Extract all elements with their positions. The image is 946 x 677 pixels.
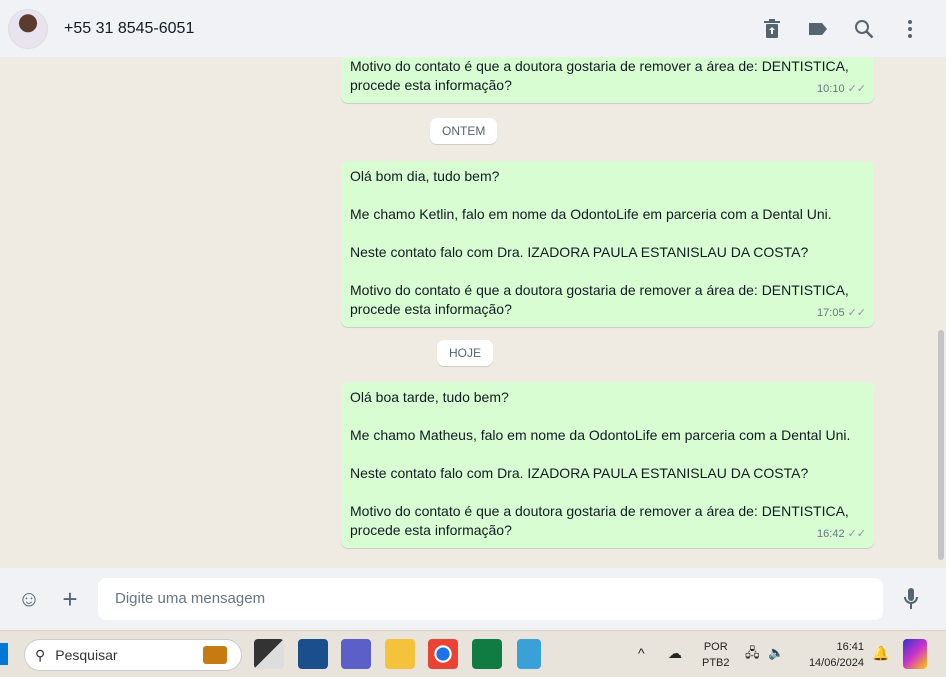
briefcase-icon	[203, 646, 227, 664]
volume-icon[interactable]: 🔈	[768, 645, 784, 661]
message-time: 10:10	[817, 83, 845, 95]
start-icon[interactable]	[0, 643, 8, 665]
message-bubble[interactable]: Motivo do contato é que a doutora gostar…	[341, 57, 874, 103]
copilot-icon[interactable]	[903, 639, 927, 669]
message-text: procede esta informação?	[350, 77, 512, 93]
archive-icon[interactable]	[760, 17, 784, 41]
avatar[interactable]	[8, 8, 48, 49]
message-input[interactable]: Digite uma mensagem	[98, 578, 883, 620]
date-divider: ONTEM	[430, 118, 498, 144]
contact-name[interactable]: +55 31 8545-6051	[64, 20, 194, 38]
teams-icon[interactable]	[341, 639, 371, 669]
composer: ☺ + Digite uma mensagem	[0, 568, 946, 630]
clock[interactable]: 16:41 14/06/2024	[800, 639, 864, 671]
label-icon[interactable]	[806, 17, 830, 41]
scrollbar[interactable]	[938, 330, 944, 560]
message-text: Motivo do contato é que a doutora gostar…	[350, 503, 849, 519]
chrome-icon[interactable]	[428, 639, 458, 669]
message-text: procede esta informação?	[350, 522, 512, 538]
task-view-icon[interactable]	[254, 639, 284, 669]
plus-icon[interactable]: +	[57, 584, 83, 614]
notepad-icon[interactable]	[517, 639, 541, 669]
cloud-off-icon[interactable]: ☁	[668, 645, 682, 661]
language-indicator[interactable]: POR PTB2	[702, 639, 730, 671]
double-check-icon: ✓✓	[847, 528, 866, 540]
message-text: Motivo do contato é que a doutora gostar…	[350, 58, 849, 74]
notification-bell-icon[interactable]: 🔔	[872, 645, 889, 661]
store-icon[interactable]	[298, 639, 328, 669]
message-text: procede esta informação?	[350, 301, 512, 317]
double-check-icon: ✓✓	[847, 307, 866, 319]
chevron-up-icon[interactable]: ^	[638, 645, 645, 661]
message-text: Olá bom dia, tudo bem?	[350, 168, 500, 184]
message-bubble[interactable]: Olá boa tarde, tudo bem? Me chamo Matheu…	[341, 382, 874, 548]
microphone-icon[interactable]	[898, 586, 924, 612]
emoji-icon[interactable]: ☺	[16, 586, 42, 612]
file-explorer-icon[interactable]	[385, 639, 415, 669]
message-text: Olá boa tarde, tudo bem?	[350, 389, 509, 405]
message-text: Me chamo Matheus, falo em nome da Odonto…	[350, 427, 851, 443]
message-bubble[interactable]: Olá bom dia, tudo bem? Me chamo Ketlin, …	[341, 161, 874, 327]
message-text: Neste contato falo com Dra. IZADORA PAUL…	[350, 244, 809, 260]
message-text: Me chamo Ketlin, falo em nome da OdontoL…	[350, 206, 832, 222]
taskbar-search[interactable]: ⚲ Pesquisar	[24, 639, 242, 671]
menu-icon[interactable]	[898, 17, 922, 41]
taskbar: ⚲ Pesquisar ^ ☁ POR PTB2 🖧 🔈 16:41 14/06/20…	[0, 630, 946, 677]
message-time: 16:42	[817, 528, 845, 540]
message-list[interactable]: Motivo do contato é que a doutora gostar…	[0, 57, 946, 568]
double-check-icon: ✓✓	[847, 83, 866, 95]
network-icon[interactable]: 🖧	[745, 645, 760, 661]
message-time: 17:05	[817, 307, 845, 319]
excel-icon[interactable]	[472, 639, 502, 669]
message-text: Neste contato falo com Dra. IZADORA PAUL…	[350, 465, 809, 481]
date-divider: HOJE	[437, 340, 494, 366]
search-icon: ⚲	[35, 646, 46, 663]
message-text: Motivo do contato é que a doutora gostar…	[350, 282, 849, 298]
search-icon[interactable]	[852, 17, 876, 41]
chat-header: +55 31 8545-6051	[0, 0, 946, 57]
search-label: Pesquisar	[55, 647, 118, 663]
